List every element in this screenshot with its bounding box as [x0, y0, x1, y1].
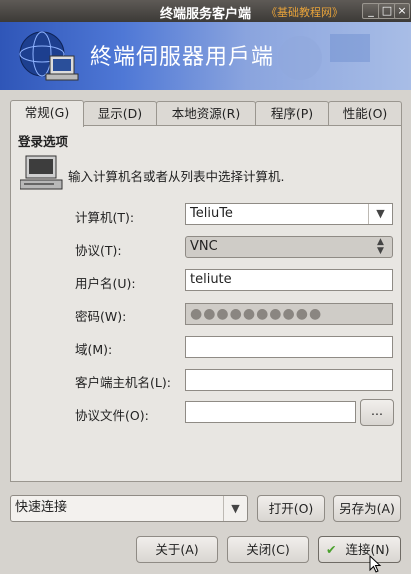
username-field[interactable]: teliute: [185, 269, 393, 291]
chevron-down-icon[interactable]: ▼: [368, 204, 392, 224]
mouse-cursor-icon: [369, 555, 382, 573]
quick-connect-combobox[interactable]: 快速连接 ▼: [10, 495, 248, 522]
protocol-label: 协议(T):: [75, 243, 122, 258]
domain-field[interactable]: [185, 336, 393, 358]
tab-display[interactable]: 显示(D): [83, 101, 157, 126]
banner-title: 終端伺服器用戶端: [90, 45, 275, 70]
client-host-label: 客户端主机名(L):: [75, 375, 171, 390]
password-mask: ●●●●●●●●●●: [190, 306, 323, 322]
tab-local-resources[interactable]: 本地资源(R): [156, 101, 256, 126]
updown-chevron-icon: ▲ ▼: [377, 237, 384, 256]
login-description: 输入计算机名或者从列表中选择计算机.: [68, 169, 285, 184]
watermark-text: 《基础教程网》: [266, 6, 343, 19]
protocol-select[interactable]: VNC ▲ ▼: [185, 236, 393, 258]
protocol-file-field[interactable]: [185, 401, 356, 423]
save-as-button[interactable]: 另存为(A): [333, 495, 401, 522]
window-title: 终端服务客户端: [159, 7, 251, 22]
protocol-file-label: 协议文件(O):: [75, 408, 149, 423]
computer-icon: [20, 155, 63, 190]
chevron-down-icon[interactable]: ▼: [223, 496, 247, 521]
username-label: 用户名(U):: [75, 276, 136, 291]
computer-combobox[interactable]: TeliuTe ▼: [185, 203, 393, 225]
tab-general[interactable]: 常规(G): [10, 100, 84, 127]
open-button[interactable]: 打开(O): [257, 495, 325, 522]
browse-button[interactable]: ...: [360, 399, 394, 426]
protocol-value: VNC: [190, 239, 218, 254]
domain-label: 域(M):: [75, 342, 113, 357]
quick-connect-value: 快速连接: [15, 500, 68, 515]
tab-programs[interactable]: 程序(P): [255, 101, 329, 126]
login-options-title: 登录选项: [18, 134, 69, 149]
computer-label: 计算机(T):: [75, 210, 135, 225]
tab-bar: 常规(G) 显示(D) 本地资源(R) 程序(P) 性能(O): [10, 100, 402, 127]
password-field[interactable]: ●●●●●●●●●●: [185, 303, 393, 325]
computer-value: TeliuTe: [190, 206, 233, 221]
tab-performance[interactable]: 性能(O): [328, 101, 402, 126]
password-label: 密码(W):: [75, 309, 127, 324]
client-host-field[interactable]: [185, 369, 393, 391]
connect-button[interactable]: ✔ 连接(N): [318, 536, 401, 563]
about-button[interactable]: 关于(A): [136, 536, 218, 563]
close-window-button[interactable]: ×: [394, 3, 410, 19]
header-banner: 終端伺服器用戶端: [0, 22, 411, 90]
checkmark-icon: ✔: [326, 542, 337, 557]
close-button[interactable]: 关闭(C): [227, 536, 309, 563]
title-bar[interactable]: 终端服务客户端 《基础教程网》 _ □ ×: [0, 0, 411, 22]
